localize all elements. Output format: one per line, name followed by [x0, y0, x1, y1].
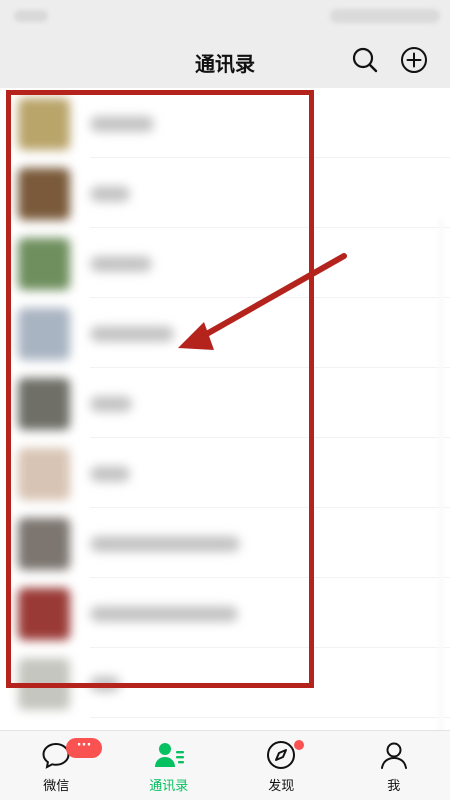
- tab-contacts[interactable]: 通讯录: [113, 731, 226, 800]
- notification-dot: [294, 740, 304, 750]
- alphabet-index-blurred: [438, 218, 444, 730]
- compass-icon: [265, 739, 297, 771]
- divider: [90, 717, 450, 718]
- tab-compass[interactable]: 发现: [225, 731, 338, 800]
- contact-name-blurred: [90, 256, 152, 272]
- avatar: [18, 588, 70, 640]
- status-time-blurred: [14, 10, 48, 22]
- contact-name-blurred: [90, 116, 154, 132]
- contact-row[interactable]: [0, 368, 450, 438]
- status-bar: [0, 0, 450, 32]
- contact-name-blurred: [90, 606, 238, 622]
- contact-list: [0, 88, 450, 730]
- contact-row[interactable]: [0, 578, 450, 648]
- status-indicators-blurred: [330, 9, 440, 23]
- avatar: [18, 98, 70, 150]
- contact-row[interactable]: [0, 158, 450, 228]
- contacts-icon: [153, 739, 185, 771]
- avatar: [18, 168, 70, 220]
- contact-row[interactable]: [0, 88, 450, 158]
- contact-row[interactable]: [0, 438, 450, 508]
- contact-row[interactable]: [0, 648, 450, 718]
- contact-name-blurred: [90, 676, 120, 692]
- nav-bar: 通讯录: [0, 32, 450, 88]
- contact-row[interactable]: [0, 228, 450, 298]
- contact-row[interactable]: [0, 508, 450, 578]
- contact-name-blurred: [90, 186, 130, 202]
- unread-badge: ···: [66, 738, 102, 758]
- tab-label: 发现: [268, 779, 295, 794]
- contact-name-blurred: [90, 466, 130, 482]
- page-title: 通讯录: [195, 52, 255, 76]
- contact-name-blurred: [90, 326, 174, 342]
- tab-label: 微信: [43, 779, 70, 794]
- avatar: [18, 518, 70, 570]
- avatar: [18, 378, 70, 430]
- avatar: [18, 238, 70, 290]
- tab-bar: 微信 通讯录 发现 我 ···: [0, 730, 450, 800]
- avatar: [18, 658, 70, 710]
- contact-name-blurred: [90, 396, 132, 412]
- tab-label: 我: [387, 779, 401, 794]
- tab-label: 通讯录: [149, 779, 189, 794]
- add-circle-icon[interactable]: [399, 45, 429, 75]
- avatar: [18, 448, 70, 500]
- tab-person[interactable]: 我: [338, 731, 450, 800]
- contact-row[interactable]: [0, 298, 450, 368]
- contact-name-blurred: [90, 536, 240, 552]
- search-icon[interactable]: [350, 45, 380, 75]
- person-icon: [378, 739, 410, 771]
- avatar: [18, 308, 70, 360]
